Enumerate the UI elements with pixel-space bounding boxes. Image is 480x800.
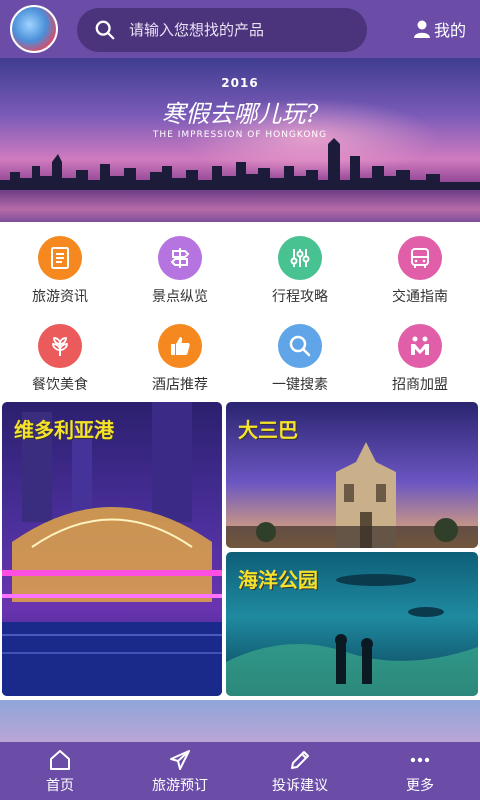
signpost-icon (170, 248, 190, 268)
more-icon (410, 757, 430, 763)
top-bar: 我的 (0, 0, 480, 58)
featured-card-victoria-harbour[interactable]: 维多利亚港 (2, 402, 222, 696)
tab-feedback[interactable]: 投诉建议 (240, 742, 360, 800)
featured-section: 维多利亚港 大三巴 海洋公园 (0, 402, 480, 698)
tab-booking[interactable]: 旅游预订 (120, 742, 240, 800)
document-icon (51, 247, 69, 269)
card-title: 维多利亚港 (14, 418, 114, 442)
category-search[interactable]: 一键搜素 (240, 310, 360, 398)
featured-card-ruins-st-paul[interactable]: 大三巴 (226, 402, 478, 548)
tab-label: 更多 (406, 778, 434, 794)
featured-card-ocean-park[interactable]: 海洋公园 (226, 552, 478, 696)
bottom-tab-bar: 首页 旅游预订 投诉建议 更多 (0, 742, 480, 800)
card-title: 海洋公园 (238, 568, 318, 592)
profile-button[interactable]: 我的 (413, 18, 466, 40)
category-label: 交通指南 (392, 289, 448, 305)
hero-banner[interactable]: 2016 寒假去哪儿玩? THE IMPRESSION OF HONGKONG (0, 58, 480, 222)
leaf-icon (52, 337, 68, 356)
airplane-icon (170, 750, 190, 770)
category-itinerary[interactable]: 行程攻略 (240, 222, 360, 310)
profile-label: 我的 (433, 21, 466, 40)
banner-year: 2016 (221, 76, 259, 90)
category-icon-bg (398, 236, 442, 280)
category-travel-news[interactable]: 旅游资讯 (0, 222, 120, 310)
category-label: 酒店推荐 (152, 377, 208, 393)
merchant-icon (411, 336, 429, 355)
sliders-icon (290, 249, 310, 267)
category-icon-bg (158, 236, 202, 280)
banner-headline: 寒假去哪儿玩? (161, 100, 319, 128)
tab-label: 旅游预订 (152, 778, 208, 794)
category-icon-bg (158, 324, 202, 368)
harbor-water (0, 190, 480, 222)
tab-label: 投诉建议 (272, 778, 328, 794)
category-label: 招商加盟 (392, 377, 448, 393)
user-icon (413, 20, 430, 38)
category-transport[interactable]: 交通指南 (360, 222, 480, 310)
category-dining[interactable]: 餐饮美食 (0, 310, 120, 398)
search-box[interactable] (77, 8, 367, 52)
category-label: 景点纵览 (152, 289, 208, 305)
category-icon-bg (278, 236, 322, 280)
avatar[interactable] (10, 5, 58, 53)
card-title: 大三巴 (238, 418, 298, 442)
search-icon (95, 20, 115, 40)
category-label: 一键搜素 (272, 377, 328, 393)
category-hotels[interactable]: 酒店推荐 (120, 310, 240, 398)
tab-label: 首页 (46, 778, 74, 794)
category-label: 行程攻略 (272, 289, 328, 305)
tab-more[interactable]: 更多 (360, 742, 480, 800)
bus-icon (411, 248, 429, 268)
category-icon-bg (38, 236, 82, 280)
search-input[interactable] (129, 8, 354, 52)
skyline-image (0, 138, 480, 196)
category-grid: 旅游资讯 景点纵览 行程攻略 交通指南 餐饮美食 酒店推荐 一键搜素 招商加盟 (0, 222, 480, 398)
category-franchise[interactable]: 招商加盟 (360, 310, 480, 398)
home-icon (50, 750, 70, 770)
category-attractions[interactable]: 景点纵览 (120, 222, 240, 310)
category-icon-bg (278, 324, 322, 368)
tab-home[interactable]: 首页 (0, 742, 120, 800)
category-label: 旅游资讯 (32, 289, 88, 305)
search-icon (289, 335, 311, 357)
category-label: 餐饮美食 (32, 377, 88, 393)
category-icon-bg (38, 324, 82, 368)
thumbs-up-icon (171, 337, 190, 355)
category-icon-bg (398, 324, 442, 368)
pen-icon (291, 751, 309, 769)
promo-strip[interactable] (0, 700, 480, 742)
harbour-illustration (2, 402, 222, 696)
